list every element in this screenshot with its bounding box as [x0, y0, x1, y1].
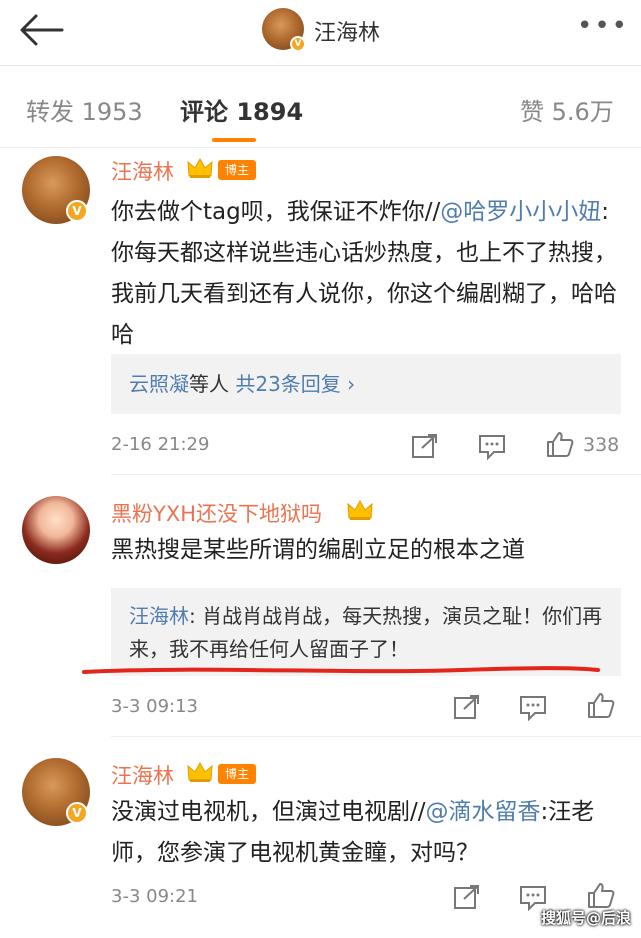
divider	[111, 474, 641, 475]
author-badge: 博主	[218, 764, 256, 784]
verified-icon: V	[290, 36, 306, 52]
verified-icon: V	[66, 802, 88, 824]
reply-summary[interactable]: 云照凝等人 共23条回复 ›	[111, 354, 621, 414]
reply-suffix: 等人	[189, 372, 229, 396]
comment-text: 你去做个tag呗，我保证不炸你//@哈罗小小小妞:你每天都这样说些违心话炒热度，…	[111, 192, 621, 356]
commenter-name[interactable]: 汪海林	[111, 156, 174, 186]
share-icon[interactable]	[410, 432, 440, 460]
tab-bar: 转发 1953 评论 1894 赞 5.6万	[0, 66, 641, 148]
comment-text: 黑热搜是某些所谓的编剧立足的根本之道	[111, 537, 525, 563]
comment-text: 没演过电视机，但演过电视剧//@滴水留香:汪老师，您参演了电视机黄金瞳，对吗？	[111, 792, 621, 874]
comment-item: 黑粉YXH还没下地狱吗 黑热搜是某些所谓的编剧立足的根本之道 汪海林: 肖战肖战…	[0, 478, 641, 740]
like-icon[interactable]	[545, 430, 575, 458]
author-badge: 博主	[218, 160, 256, 180]
like-count: 338	[583, 434, 620, 456]
comment-item: V 汪海林 博主 你去做个tag呗，我保证不炸你//@哈罗小小小妞:你每天都这样…	[0, 148, 641, 476]
timestamp: 3-3 09:21	[111, 886, 198, 907]
page-title: 汪海林	[314, 21, 381, 46]
like-icon[interactable]	[586, 881, 616, 909]
mention-link[interactable]: @滴水留香	[426, 799, 541, 825]
timestamp: 2-16 21:29	[111, 434, 210, 455]
tab-comments[interactable]: 评论 1894	[180, 92, 303, 127]
comment-icon[interactable]	[518, 693, 548, 721]
mention-link[interactable]: @哈罗小小小妞	[440, 199, 601, 225]
crown-icon	[187, 157, 213, 178]
like-icon[interactable]	[586, 691, 616, 719]
comment-icon[interactable]	[477, 432, 507, 460]
avatar[interactable]	[22, 496, 90, 564]
comment-text-part: 你去做个tag呗，我保证不炸你//	[111, 199, 441, 225]
view-replies-link[interactable]: 共23条回复 ›	[235, 372, 355, 396]
back-arrow-icon[interactable]	[14, 10, 66, 50]
more-options-icon[interactable]: •••	[577, 13, 627, 44]
top-bar: V 汪海林 •••	[0, 0, 641, 66]
commenter-name[interactable]: 黑粉YXH还没下地狱吗	[111, 498, 322, 528]
crown-icon	[187, 761, 213, 782]
tab-likes[interactable]: 赞 5.6万	[520, 92, 614, 127]
red-underline-mark	[82, 666, 600, 674]
share-icon[interactable]	[452, 693, 482, 721]
timestamp: 3-3 09:13	[111, 696, 198, 717]
verified-icon: V	[66, 200, 88, 222]
divider	[111, 736, 641, 737]
reply-text: : 肖战肖战肖战，每天热搜，演员之耻！你们再来，我不再给任何人留面子了！	[129, 604, 603, 661]
active-tab-indicator	[212, 138, 256, 142]
reply-users[interactable]: 云照凝	[129, 372, 189, 396]
commenter-name[interactable]: 汪海林	[111, 760, 174, 790]
watermark: 搜狐号@后浪	[540, 909, 631, 927]
share-icon[interactable]	[452, 883, 482, 911]
reply-author[interactable]: 汪海林	[129, 604, 189, 628]
tab-reposts[interactable]: 转发 1953	[26, 92, 143, 127]
crown-icon	[347, 499, 373, 520]
comment-text-part: 没演过电视机，但演过电视剧//	[111, 799, 426, 825]
